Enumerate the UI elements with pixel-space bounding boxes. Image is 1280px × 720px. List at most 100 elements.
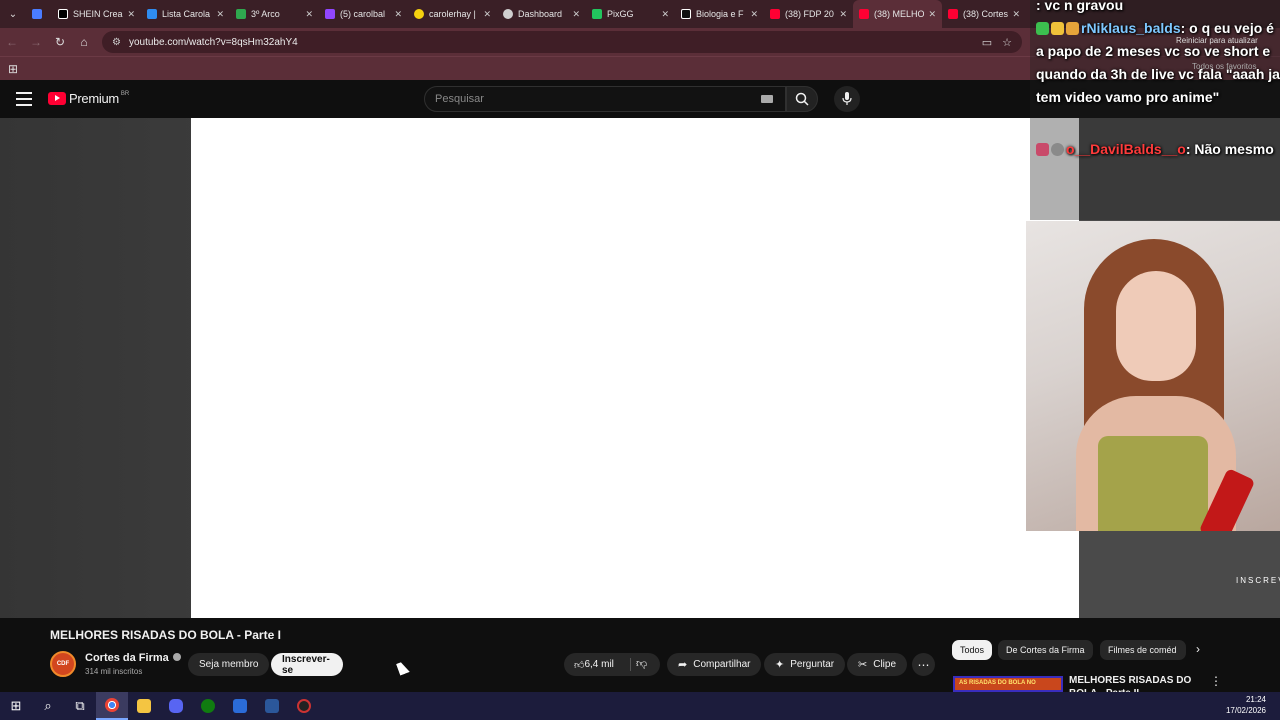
forward-icon[interactable]: → — [24, 30, 48, 54]
xbox-icon[interactable] — [192, 692, 224, 720]
share-button[interactable]: ➦ Compartilhar — [667, 653, 762, 676]
clip-button[interactable]: ✂ Clipe — [847, 653, 908, 676]
like-button[interactable]: 👍︎ 6,4 mil — [574, 653, 614, 676]
recommended-thumbnail[interactable]: AS RISADAS DO BOLA NO — [953, 676, 1063, 692]
tab-close-icon[interactable]: ✕ — [750, 9, 758, 20]
tab-close-icon[interactable]: ✕ — [839, 9, 847, 20]
subscribe-button[interactable]: Inscrever-se — [271, 653, 343, 676]
tab-close-icon[interactable]: ✕ — [127, 9, 135, 20]
video-player[interactable] — [191, 118, 1079, 618]
chat-badge-icon — [1066, 22, 1079, 35]
back-icon[interactable]: ← — [0, 30, 24, 54]
tab-favicon — [32, 9, 42, 19]
chat-badge-icon — [1051, 22, 1064, 35]
tab-close-icon[interactable]: ✕ — [305, 9, 313, 20]
search-input[interactable] — [435, 93, 761, 105]
search-icon — [795, 92, 809, 106]
chevron-right-icon[interactable]: › — [1196, 642, 1200, 656]
chat-text: : vc n gravou — [1036, 0, 1124, 13]
tab-title: (38) Cortes — [963, 9, 1009, 19]
browser-tab[interactable]: (5) carolbal ✕ — [319, 0, 408, 28]
chip-todos[interactable]: Todos — [952, 640, 993, 660]
tab-favicon — [859, 9, 869, 19]
tab-close-icon[interactable]: ✕ — [572, 9, 580, 20]
microphone-icon — [842, 92, 852, 105]
tab-title: Biologia e F — [696, 9, 744, 19]
channel-avatar[interactable]: CDF — [50, 651, 76, 677]
defender-icon[interactable] — [224, 692, 256, 720]
chrome-icon[interactable] — [96, 692, 128, 720]
browser-tab[interactable]: Lista Carola ✕ — [141, 0, 230, 28]
xbox-logo — [201, 699, 215, 713]
file-explorer-icon[interactable] — [128, 692, 160, 720]
clip-label: Clipe — [873, 659, 897, 670]
browser-tab-active[interactable]: (38) MELHO ✕ — [853, 0, 942, 28]
subscribe-watermark[interactable]: INSCREVER — [1236, 576, 1280, 586]
discord-icon[interactable] — [160, 692, 192, 720]
stream-chat-overlay: : vc n gravou rNiklaus_balds: o q eu vej… — [1030, 0, 1280, 220]
browser-tab[interactable]: carolerhay | ✕ — [408, 0, 497, 28]
tab-close-icon[interactable]: ✕ — [394, 9, 402, 20]
browser-tab[interactable] — [26, 0, 52, 28]
chat-badge-icon — [1036, 22, 1049, 35]
tab-search-icon[interactable]: ⌄ — [0, 0, 26, 28]
browser-tab[interactable]: 3º Arco ✕ — [230, 0, 319, 28]
tab-close-icon[interactable]: ✕ — [928, 9, 936, 20]
chip-channel[interactable]: De Cortes da Firma — [998, 640, 1093, 660]
tab-close-icon[interactable]: ✕ — [661, 9, 669, 20]
restart-to-update-hint[interactable]: Reiniciar para atualizar — [1176, 36, 1258, 45]
tab-close-icon[interactable]: ✕ — [483, 9, 491, 20]
more-actions-icon[interactable]: ⋯ — [912, 653, 935, 676]
windows-start-icon[interactable]: ⊞ — [0, 692, 32, 720]
chip-comedy-films[interactable]: Filmes de coméd — [1100, 640, 1186, 660]
apps-grid-icon[interactable]: ⊞ — [8, 62, 18, 76]
recommended-title[interactable]: MELHORES RISADAS DO BOLA - Parte II — [1069, 674, 1205, 692]
browser-tab[interactable]: SHEIN Crea ✕ — [52, 0, 141, 28]
recommended-menu-icon[interactable]: ⋮ — [1210, 674, 1222, 688]
tab-title: Lista Carola — [162, 9, 211, 19]
menu-icon[interactable] — [16, 90, 32, 108]
search-box — [424, 86, 786, 112]
chat-username: o__DavilBalds__o — [1066, 141, 1186, 157]
shield-icon — [233, 699, 247, 713]
address-bar[interactable]: ⚙ youtube.com/watch?v=8qsHm32ahY4 ▭ ☆ — [102, 31, 1022, 53]
verified-icon — [172, 653, 181, 661]
search-button[interactable] — [786, 86, 818, 112]
join-button[interactable]: Seja membro — [188, 653, 270, 676]
tab-favicon — [147, 9, 157, 19]
dislike-icon[interactable]: 👎︎ — [636, 657, 647, 670]
tab-title: SHEIN Crea — [73, 9, 123, 19]
join-label: Seja membro — [199, 659, 259, 670]
chrome-logo — [105, 698, 119, 712]
browser-tab[interactable]: PixGG ✕ — [586, 0, 675, 28]
search-icon[interactable]: ⌕ — [32, 692, 64, 720]
screen: ⌄ SHEIN Crea ✕ Lista Carola ✕ 3º Arco ✕ (5)… — [0, 0, 1280, 720]
word-icon[interactable] — [256, 692, 288, 720]
tab-close-icon[interactable]: ✕ — [1012, 9, 1020, 20]
browser-tab[interactable]: (38) Cortes ✕ — [942, 0, 1026, 28]
reload-icon[interactable]: ↻ — [48, 30, 72, 54]
streamer-webcam — [1026, 221, 1280, 531]
ask-button[interactable]: ✦ Perguntar — [764, 653, 846, 676]
obs-logo — [297, 699, 311, 713]
keyboard-icon[interactable] — [761, 95, 773, 103]
site-info-icon[interactable]: ⚙ — [112, 37, 121, 48]
chat-badge-icon — [1051, 143, 1064, 156]
channel-name[interactable]: Cortes da Firma — [85, 652, 181, 664]
tab-favicon — [414, 9, 424, 19]
all-favorites-link[interactable]: Todos os favoritos — [1192, 62, 1256, 71]
youtube-premium-logo[interactable]: Premium BR — [48, 91, 129, 106]
browser-tab[interactable]: Dashboard ✕ — [497, 0, 586, 28]
tab-title: Dashboard — [518, 9, 563, 19]
tab-close-icon[interactable]: ✕ — [216, 9, 224, 20]
bookmark-star-icon[interactable]: ☆ — [1002, 36, 1012, 49]
voice-search-button[interactable] — [834, 86, 860, 112]
browser-tab[interactable]: Biologia e F ✕ — [675, 0, 764, 28]
task-view-icon[interactable]: ⧉ — [64, 692, 96, 720]
subscriber-count: 314 mil inscritos — [85, 667, 143, 676]
install-app-icon[interactable]: ▭ — [982, 36, 992, 49]
system-clock[interactable]: 21:24 17/02/2026 — [1226, 694, 1266, 716]
browser-tab[interactable]: (38) FDP 20 ✕ — [764, 0, 853, 28]
obs-icon[interactable] — [288, 692, 320, 720]
home-icon[interactable]: ⌂ — [72, 30, 96, 54]
